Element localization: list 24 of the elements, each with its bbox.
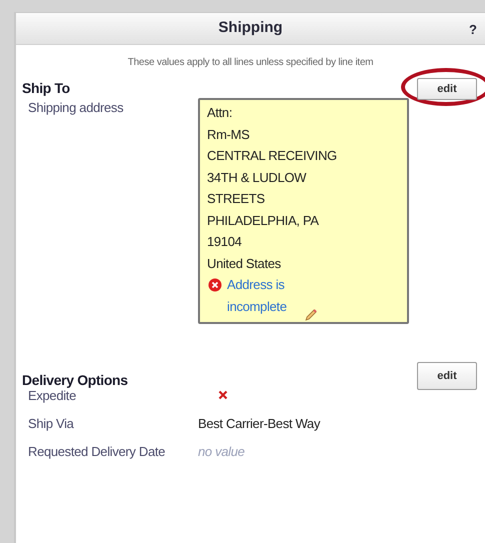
address-warning-link[interactable]: Address is incomplete <box>227 274 337 318</box>
address-line: 19104 <box>207 233 243 252</box>
edit-button[interactable]: edit <box>417 362 477 390</box>
field-label: Expedite <box>28 388 77 406</box>
error-icon <box>208 278 222 292</box>
field-label: Shipping address <box>28 99 124 118</box>
address-line: STREETS <box>207 190 266 208</box>
field-label: Ship Via <box>28 415 75 434</box>
field-value: Best Carrier-Best Way <box>198 415 320 434</box>
field-value: no value <box>198 443 245 462</box>
address-line: CENTRAL RECEIVING <box>207 147 338 166</box>
help-button[interactable]: ? <box>469 20 477 40</box>
address-line: United States <box>207 254 282 273</box>
info-note: These values apply to all lines unless specified by line item <box>126 56 374 70</box>
section-heading: Ship To <box>22 78 70 98</box>
address-line: Rm-MS <box>207 126 250 144</box>
field-label: Requested Delivery Date <box>28 443 166 462</box>
section-heading: Delivery Options <box>22 371 128 390</box>
address-line: Attn: <box>207 104 234 122</box>
address-line: PHILADELPHIA, PA <box>207 212 320 230</box>
pencil-icon[interactable] <box>304 308 318 322</box>
edit-button[interactable]: edit <box>417 78 477 100</box>
panel-title: Shipping <box>218 18 283 38</box>
address-line: 34TH & LUDLOW <box>207 168 308 187</box>
